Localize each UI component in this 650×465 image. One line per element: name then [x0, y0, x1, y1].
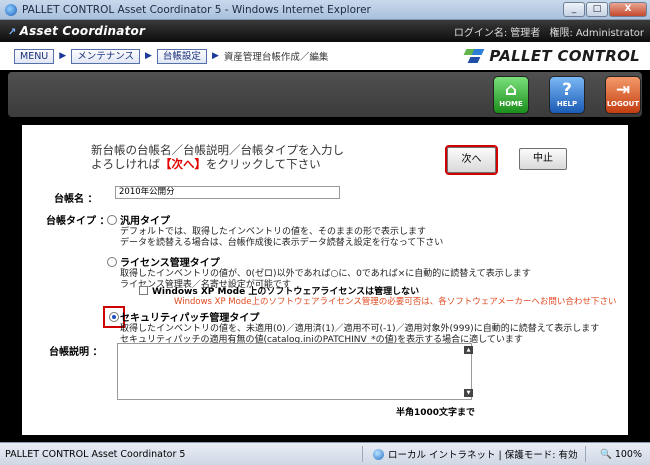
ledger-form-panel: 新台帳の台帳名／台帳説明／台帳タイプを入力し よろしければ【次へ】をクリックして…	[22, 125, 628, 435]
logout-label: LOGOUT	[606, 100, 640, 108]
authority-label: 権限:	[549, 27, 573, 39]
login-label: ログイン名:	[453, 27, 508, 39]
house-icon: ⌂	[504, 80, 518, 100]
intro-line-1: 新台帳の台帳名／台帳説明／台帳タイプを入力し	[91, 143, 344, 157]
breadcrumb-arrow-icon: ▶	[211, 51, 219, 61]
license-type-title: ライセンス管理タイプ	[120, 258, 220, 269]
minimize-button[interactable]: _	[563, 2, 585, 17]
toolbar: ⌂ HOME ? HELP ⇥ LOGOUT	[0, 70, 650, 118]
status-divider	[362, 446, 363, 462]
general-type-desc-2: データを読替える場合は、台帳作成後に表示データ読替え設定を行なって下さい	[120, 238, 444, 248]
help-button[interactable]: ? HELP	[549, 76, 585, 114]
window-controls: _ □ X	[562, 2, 647, 17]
breadcrumb-arrow-icon: ▶	[59, 51, 67, 61]
general-type-title: 汎用タイプ	[120, 216, 170, 227]
scroll-up-icon[interactable]: ▲	[464, 346, 473, 354]
ledger-name-input[interactable]: 2010年公開分	[115, 186, 340, 199]
next-button[interactable]: 次へ	[445, 145, 498, 175]
intro-line-2: よろしければ【次へ】をクリックして下さい	[91, 157, 344, 171]
door-icon: ⇥	[615, 80, 631, 100]
ledger-description-textarea[interactable]	[117, 343, 472, 400]
zoom-value: 100%	[614, 448, 642, 460]
authority-value: Administrator	[575, 27, 644, 39]
xp-mode-note: Windows XP Mode上のソフトウェアライセンス管理の必要可否は、各ソフ…	[174, 297, 617, 307]
pallet-control-logo: PALLET CONTROL	[463, 47, 640, 65]
ledger-name-label: 台帳名 ：	[54, 194, 98, 205]
general-type-desc-1: デフォルトでは、取得したインベントリの値を、そのままの形で表示します	[120, 227, 427, 237]
content-area: 新台帳の台帳名／台帳説明／台帳タイプを入力し よろしければ【次へ】をクリックして…	[8, 118, 642, 442]
general-type-radio[interactable]	[107, 215, 117, 225]
security-patch-type-radio[interactable]	[109, 312, 119, 322]
logo-text: PALLET CONTROL	[489, 47, 640, 65]
breadcrumb-current: 資産管理台帳作成／編集	[223, 52, 329, 63]
ledger-type-label: 台帳タイプ ：	[46, 216, 110, 227]
globe-icon	[373, 448, 384, 460]
license-type-radio[interactable]	[107, 257, 117, 267]
cancel-button[interactable]: 中止	[519, 148, 567, 170]
close-button[interactable]: X	[609, 2, 647, 17]
breadcrumb-arrow-icon: ▶	[145, 51, 152, 61]
app-header: Asset Coordinator ログイン名:管理者 権限:Administr…	[0, 20, 650, 42]
intro-text: 新台帳の台帳名／台帳説明／台帳タイプを入力し よろしければ【次へ】をクリックして…	[91, 143, 344, 171]
description-limit-note: 半角1000文字まで	[396, 408, 476, 418]
window-title-bar: PALLET CONTROL Asset Coordinator 5 - Win…	[0, 0, 650, 20]
maximize-button[interactable]: □	[586, 2, 608, 17]
toolbar-panel: ⌂ HOME ? HELP ⇥ LOGOUT	[8, 72, 642, 117]
security-patch-type-desc-1: 取得したインベントリの値を、未適用(0)／適用済(1)／適用不可(-1)／適用対…	[120, 324, 600, 334]
help-label: HELP	[556, 100, 578, 108]
intro-post: をクリックして下さい	[206, 157, 321, 171]
user-info: ログイン名: 管理者 権限: Administrator	[448, 24, 644, 39]
general-type-option: 汎用タイプ デフォルトでは、取得したインベントリの値を、そのままの形で表示します…	[120, 212, 443, 249]
window-title: PALLET CONTROL Asset Coordinator 5 - Win…	[22, 3, 371, 16]
ie-icon	[5, 3, 17, 16]
zoom-level[interactable]: 🔍 100%	[600, 449, 642, 460]
security-zone-text: ローカル イントラネット | 保護モード: 有効	[388, 450, 578, 461]
question-icon: ?	[562, 80, 572, 100]
home-button[interactable]: ⌂ HOME	[493, 76, 529, 114]
breadcrumb-menu[interactable]: MENU	[14, 48, 55, 64]
intro-pre: よろしければ	[91, 157, 160, 171]
security-patch-type-option: セキュリティパッチ管理タイプ 取得したインベントリの値を、未適用(0)／適用済(…	[120, 309, 599, 346]
logo-mark-icon	[463, 48, 485, 64]
license-type-desc-1: 取得したインベントリの値が、0(ゼロ)以外であれば○に、0であれば×に自動的に読…	[120, 269, 531, 279]
home-label: HOME	[499, 100, 523, 108]
ledger-description-label: 台帳説明 ：	[49, 347, 103, 358]
logout-button[interactable]: ⇥ LOGOUT	[605, 76, 641, 114]
status-bar: PALLET CONTROL Asset Coordinator 5 ローカル …	[0, 442, 650, 465]
intro-next-highlight: 【次へ】	[160, 157, 206, 171]
security-patch-type-title: セキュリティパッチ管理タイプ	[120, 313, 260, 324]
xp-mode-checkbox[interactable]	[139, 286, 148, 295]
breadcrumb: MENU ▶ メンテナンス ▶ 台帳設定 ▶ 資産管理台帳作成／編集 PALLE…	[0, 42, 650, 70]
security-zone[interactable]: ローカル イントラネット | 保護モード: 有効	[373, 447, 577, 461]
app-brand: Asset Coordinator	[8, 24, 145, 38]
login-value: 管理者	[510, 27, 541, 39]
scroll-down-icon[interactable]: ▼	[464, 389, 473, 397]
status-divider	[585, 446, 586, 462]
breadcrumb-maintenance[interactable]: メンテナンス	[71, 48, 140, 64]
breadcrumb-ledger-settings[interactable]: 台帳設定	[156, 48, 207, 64]
status-text: PALLET CONTROL Asset Coordinator 5	[5, 448, 186, 460]
